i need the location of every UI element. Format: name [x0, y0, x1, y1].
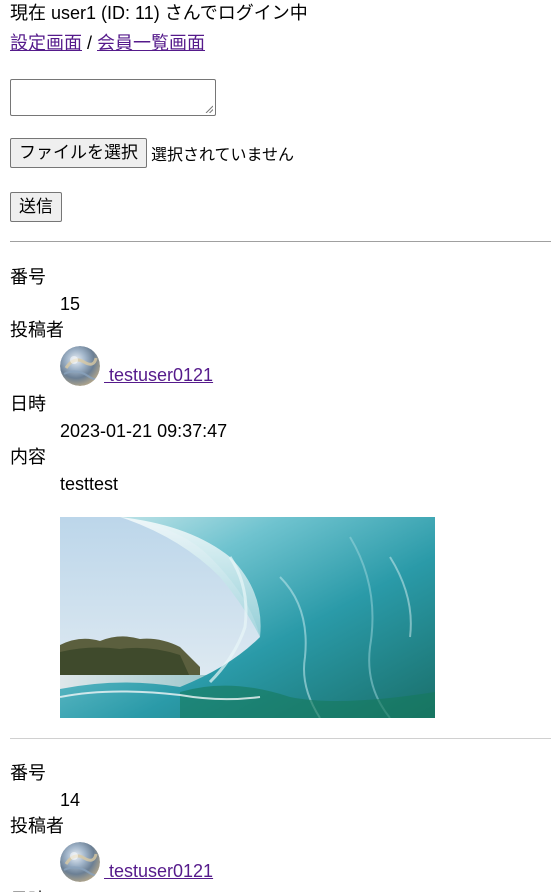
link-separator: / [82, 33, 98, 53]
post-number: 15 [60, 294, 81, 314]
post-image [60, 517, 435, 718]
author-row: testuser0121 [60, 842, 213, 882]
post-textarea[interactable] [10, 79, 216, 116]
number-label: 番号 [10, 267, 46, 287]
content-label: 内容 [10, 447, 46, 467]
author-link[interactable]: testuser0121 [104, 364, 213, 386]
author-label: 投稿者 [10, 816, 64, 836]
post-datetime: 2023-01-21 09:37:47 [60, 421, 228, 441]
submit-row: 送信 [10, 192, 62, 222]
file-status: 選択されていません [151, 147, 295, 164]
datetime-label: 日時 [10, 394, 46, 414]
nav-links: 設定画面 / 会員一覧画面 [10, 30, 205, 56]
login-status: 現在 user1 (ID: 11) さんでログイン中 [10, 3, 308, 23]
resize-grip-icon[interactable] [205, 105, 213, 113]
members-link[interactable]: 会員一覧画面 [97, 33, 205, 53]
file-input: ファイルを選択 選択されていません [10, 138, 294, 170]
author-row: testuser0121 [60, 346, 213, 386]
number-label: 番号 [10, 763, 46, 783]
submit-button[interactable]: 送信 [10, 192, 62, 222]
avatar[interactable] [60, 842, 100, 882]
datetime-label: 日時 [10, 887, 46, 892]
avatar[interactable] [60, 346, 100, 386]
separator [10, 738, 551, 739]
settings-link[interactable]: 設定画面 [10, 33, 82, 53]
post-content: testtest [60, 474, 119, 494]
choose-file-button[interactable]: ファイルを選択 [10, 138, 147, 168]
author-link[interactable]: testuser0121 [104, 860, 213, 882]
separator [10, 241, 551, 242]
author-label: 投稿者 [10, 320, 64, 340]
post-number: 14 [60, 790, 81, 810]
